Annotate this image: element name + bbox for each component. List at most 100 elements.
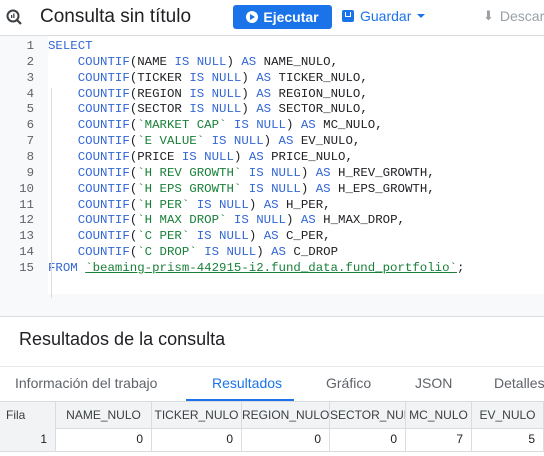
line-number: 4 [26, 86, 34, 101]
tab-json[interactable]: JSON [415, 375, 452, 391]
table-header: Fila NAME_NULO TICKER_NULO REGION_NULO SECTO… [0, 401, 544, 429]
line-number: 10 [19, 181, 34, 196]
sql-text: C_DROP [286, 245, 339, 260]
code-line: COUNTIF(TICKER IS NULL) AS TICKER_NULO, [48, 70, 368, 86]
sql-keyword: IS NULL [248, 181, 301, 196]
column-header[interactable]: MC_NULO [406, 402, 472, 428]
code-line: COUNTIF(`C DROP` IS NULL) AS C_DROP [48, 244, 338, 260]
code-line: SELECT [48, 38, 93, 54]
sql-keyword: FROM [48, 260, 78, 275]
line-number: 11 [19, 197, 34, 212]
sql-keyword: AS [263, 229, 279, 244]
toolbar: Consulta sin título Ejecutar Guardar ⬇ De… [0, 0, 544, 36]
sql-keyword: AS [278, 134, 294, 149]
sql-text: H_MAX_DROP, [315, 213, 405, 228]
query-title[interactable]: Consulta sin título [40, 6, 191, 28]
table-cell: 0 [242, 428, 330, 451]
column-header[interactable]: Fila [0, 402, 56, 428]
code-line: COUNTIF(`H PER` IS NULL) AS H_PER, [48, 197, 331, 213]
download-button[interactable]: ⬇ Descar [483, 8, 544, 24]
code-line: COUNTIF(`H MAX DROP` IS NULL) AS H_MAX_D… [48, 212, 405, 228]
sql-editor[interactable]: 1 2 3 4 5 6 7 8 9 10 11 12 13 14 15 SELECT COUNTIF(NAM… [0, 36, 544, 317]
sql-keyword: IS NULL [248, 165, 301, 180]
sql-keyword: AS [241, 54, 257, 69]
code-line: COUNTIF(NAME IS NULL) AS NAME_NULO, [48, 54, 338, 70]
sql-identifier: `H MAX DROP` [137, 213, 227, 228]
sql-keyword: IS NULL [233, 213, 286, 228]
sql-keyword: COUNTIF [77, 181, 130, 196]
sql-keyword: COUNTIF [77, 245, 130, 260]
sql-keyword: IS NULL [189, 102, 242, 117]
code-line: COUNTIF(`H EPS GROWTH` IS NULL) AS H_EPS… [48, 181, 435, 197]
table-cell: 0 [152, 428, 242, 451]
sql-identifier: `H EPS GROWTH` [137, 181, 242, 196]
sql-text: ; [456, 260, 465, 275]
tab-job-info[interactable]: Información del trabajo [15, 375, 157, 391]
query-icon [6, 9, 22, 25]
table-cell: 0 [330, 428, 406, 451]
sql-keyword: COUNTIF [77, 134, 130, 149]
sql-text: ) [241, 70, 257, 85]
sql-text: H_EPS_GROWTH, [330, 181, 435, 196]
sql-identifier: `H REV GROWTH` [137, 165, 242, 180]
tab-results[interactable]: Resultados [212, 375, 282, 391]
sql-text: ) [263, 134, 279, 149]
save-button[interactable]: Guardar [342, 8, 426, 24]
sql-keyword: IS NULL [204, 245, 257, 260]
tab-details[interactable]: Detalles [494, 375, 544, 391]
column-header[interactable]: EV_NULO [472, 402, 544, 428]
sql-keyword: COUNTIF [77, 102, 130, 117]
code-line: COUNTIF(`C PER` IS NULL) AS C_PER, [48, 228, 331, 244]
sql-text: MC_NULO, [315, 118, 383, 133]
tab-chart[interactable]: Gráfico [326, 375, 371, 391]
results-title: Resultados de la consulta [19, 329, 226, 349]
column-header[interactable]: TICKER_NULO [152, 402, 242, 428]
sql-text: ) [241, 86, 257, 101]
sql-text: H_PER, [278, 197, 331, 212]
column-header[interactable]: REGION_NULO [242, 402, 330, 428]
sql-text: ) [248, 229, 264, 244]
sql-keyword: AS [315, 165, 331, 180]
code-area[interactable]: SELECT COUNTIF(NAME IS NULL) AS NAME_NUL… [48, 36, 544, 294]
sql-text: PRICE_NULO, [263, 149, 353, 164]
column-header[interactable]: SECTOR_NULO [330, 402, 406, 428]
sql-identifier: `C DROP` [137, 245, 197, 260]
indent-guide [51, 88, 52, 298]
sql-keyword: COUNTIF [77, 149, 130, 164]
sql-text: ) [285, 118, 301, 133]
sql-keyword: AS [263, 197, 279, 212]
download-label: Descar [499, 8, 544, 24]
save-icon [342, 10, 354, 22]
sql-table-ref: `beaming-prism-442915-i2.fund_data.fund_… [85, 260, 457, 275]
column-header[interactable]: NAME_NULO [56, 402, 152, 428]
sql-keyword: AS [300, 118, 316, 133]
sql-text: REGION_NULO, [271, 86, 368, 101]
sql-keyword: AS [271, 245, 286, 260]
sql-text: (REGION [129, 86, 190, 101]
sql-keyword: AS [256, 102, 272, 117]
sql-keyword: AS [300, 213, 316, 228]
line-number: 14 [19, 245, 34, 260]
sql-text: H_REV_GROWTH, [330, 165, 435, 180]
sql-keyword: IS NULL [233, 118, 286, 133]
sql-keyword: IS NULL [189, 86, 242, 101]
code-line: COUNTIF(PRICE IS NULL) AS PRICE_NULO, [48, 149, 353, 165]
table-row: 1000075 [0, 428, 544, 452]
sql-text: ) [248, 197, 264, 212]
sql-keyword: COUNTIF [77, 118, 130, 133]
sql-keyword: IS NULL [211, 134, 264, 149]
run-button[interactable]: Ejecutar [233, 5, 332, 29]
run-label: Ejecutar [263, 9, 319, 25]
code-line: COUNTIF(SECTOR IS NULL) AS SECTOR_NULO, [48, 101, 368, 117]
